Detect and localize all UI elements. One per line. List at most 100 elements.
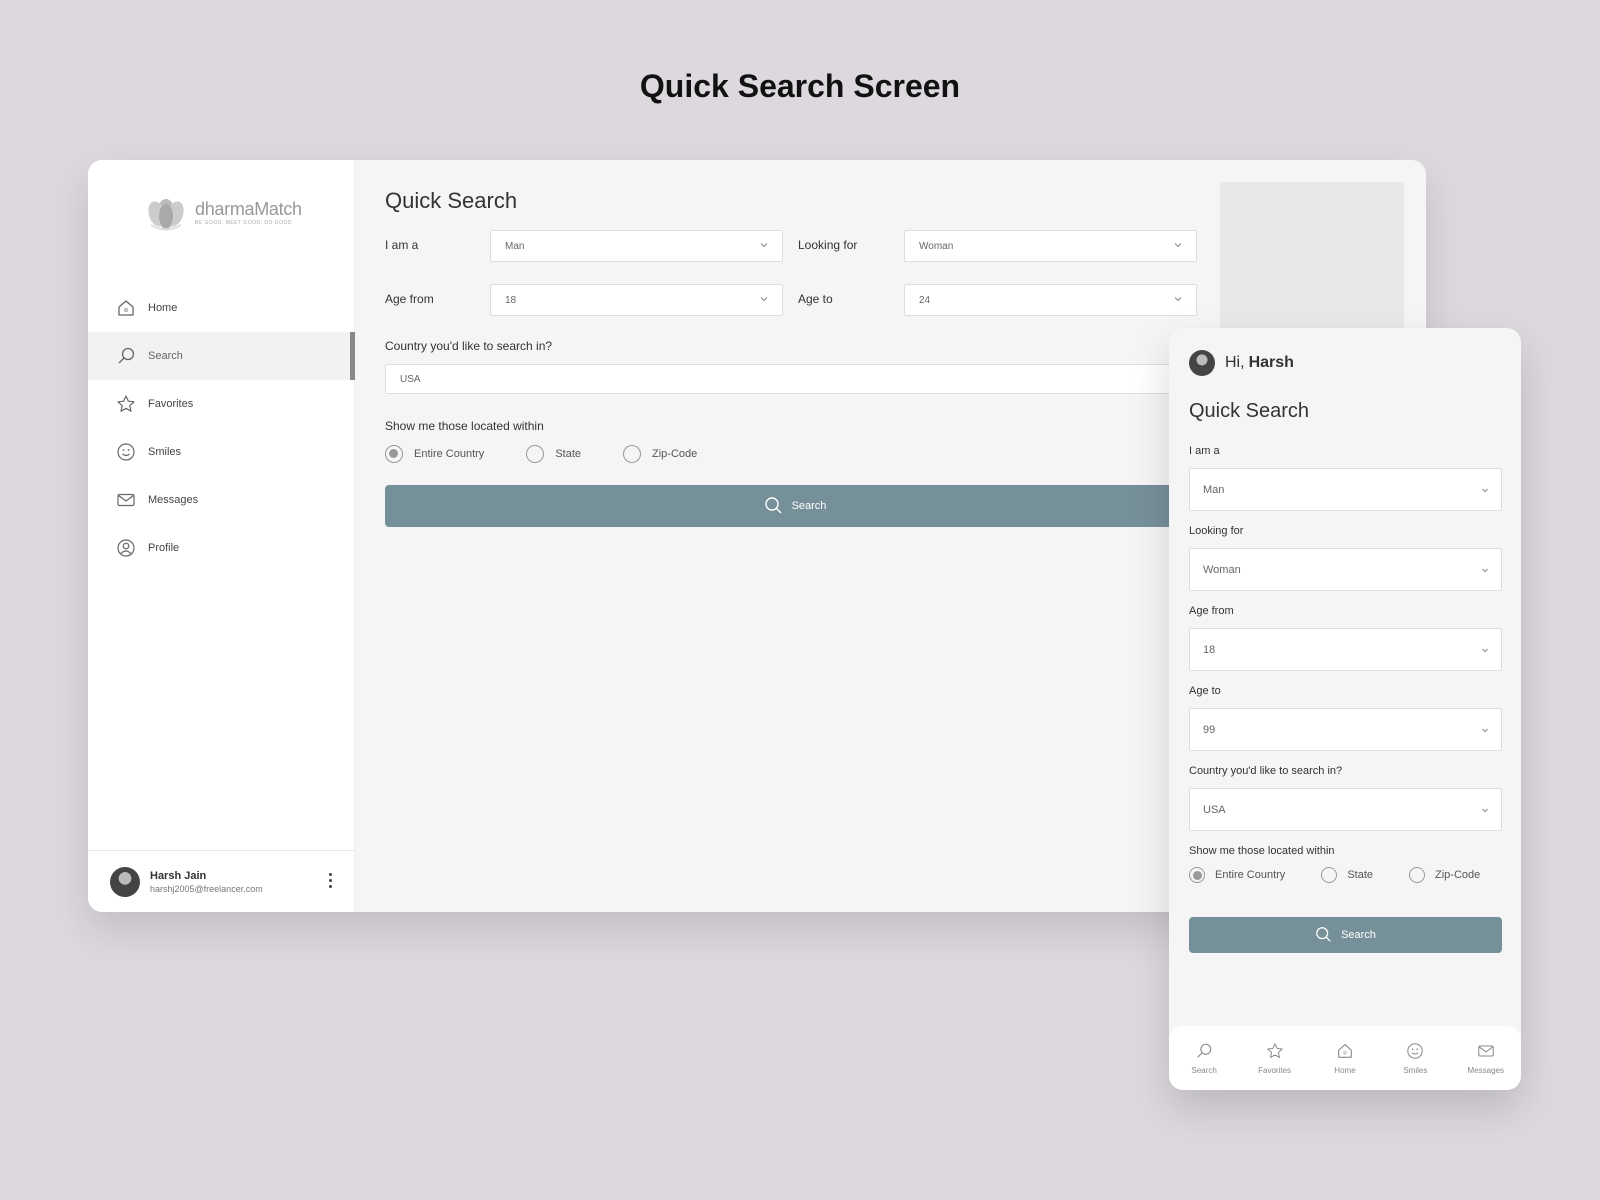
- country-select[interactable]: USA: [1189, 788, 1502, 831]
- i-am-select[interactable]: Man: [490, 230, 783, 262]
- sidebar-item-label: Profile: [148, 542, 180, 554]
- more-options-icon[interactable]: [329, 873, 333, 888]
- location-radio-group: Entire Country State Zip-Code: [385, 445, 697, 463]
- i-am-select[interactable]: Man: [1189, 468, 1502, 511]
- sidebar-item-messages[interactable]: Messages: [88, 476, 355, 524]
- sidebar-item-label: Home: [148, 302, 178, 314]
- radio-unchecked-icon: [1409, 867, 1425, 883]
- radio-state[interactable]: State: [526, 445, 581, 463]
- radio-state[interactable]: State: [1321, 867, 1373, 883]
- age-from-label: Age from: [385, 292, 434, 306]
- chevron-down-icon: [1482, 728, 1488, 733]
- tab-smiles[interactable]: Smiles: [1385, 1042, 1445, 1075]
- age-from-select[interactable]: 18: [1189, 628, 1502, 671]
- country-select[interactable]: USA: [385, 364, 1205, 394]
- radio-label: Entire Country: [414, 448, 485, 460]
- radio-entire-country[interactable]: Entire Country: [385, 445, 484, 463]
- select-value: 24: [919, 294, 931, 306]
- tab-label: Search: [1191, 1065, 1217, 1075]
- sidebar-item-label: Smiles: [148, 446, 182, 458]
- mail-icon: [116, 490, 136, 510]
- within-label: Show me those located within: [1189, 845, 1335, 857]
- user-name: Harsh Jain: [150, 869, 207, 882]
- tab-messages[interactable]: Messages: [1456, 1042, 1516, 1075]
- i-am-label: I am a: [385, 238, 419, 252]
- chevron-down-icon: [1174, 297, 1182, 302]
- tab-search[interactable]: Search: [1174, 1042, 1234, 1075]
- brand-logo[interactable]: dharmaMatch BE GOOD. MEET GOOD. DO GOOD.: [143, 192, 302, 232]
- i-am-label: I am a: [1189, 445, 1220, 457]
- sidebar-item-favorites[interactable]: Favorites: [88, 380, 355, 428]
- radio-label: Entire Country: [1215, 869, 1286, 881]
- age-to-select[interactable]: 24: [904, 284, 1197, 316]
- tab-label: Messages: [1467, 1065, 1504, 1075]
- age-to-label: Age to: [798, 292, 833, 306]
- radio-label: State: [1347, 869, 1373, 881]
- search-button-label: Search: [1341, 929, 1376, 941]
- radio-unchecked-icon: [1321, 867, 1338, 883]
- smile-icon: [1407, 1042, 1424, 1059]
- greeting-text: Hi,: [1225, 354, 1245, 371]
- radio-zip-code[interactable]: Zip-Code: [623, 445, 697, 463]
- sidebar-nav: Home Search Favorites Smiles Messages Pr…: [88, 284, 355, 572]
- select-value: Man: [505, 240, 525, 252]
- avatar[interactable]: [110, 866, 140, 897]
- sidebar-item-home[interactable]: Home: [88, 284, 355, 332]
- radio-zip-code[interactable]: Zip-Code: [1409, 867, 1480, 883]
- star-icon: [1266, 1042, 1283, 1058]
- tab-label: Smiles: [1403, 1065, 1428, 1075]
- radio-checked-icon: [1189, 867, 1205, 883]
- radio-unchecked-icon: [623, 445, 641, 463]
- select-value: Woman: [919, 240, 954, 252]
- search-button[interactable]: Search: [1189, 917, 1502, 953]
- sidebar-item-label: Search: [148, 350, 183, 362]
- radio-label: State: [555, 448, 581, 460]
- home-icon: [1338, 1043, 1352, 1058]
- age-to-select[interactable]: 99: [1189, 708, 1502, 751]
- looking-for-label: Looking for: [798, 238, 858, 252]
- chevron-down-icon: [760, 243, 768, 248]
- looking-for-select[interactable]: Woman: [1189, 548, 1502, 591]
- avatar[interactable]: [1189, 350, 1215, 376]
- user-footer: Harsh Jain harshj2005@freelancer.com: [88, 850, 355, 912]
- sidebar-item-profile[interactable]: Profile: [88, 524, 355, 572]
- sidebar-item-label: Favorites: [148, 398, 194, 410]
- select-value: USA: [1203, 803, 1226, 816]
- location-radio-group: Entire Country State Zip-Code: [1189, 867, 1480, 883]
- chevron-down-icon: [1482, 568, 1488, 573]
- bottom-tab-bar: Search Favorites Home Smiles Messages: [1169, 1026, 1521, 1090]
- age-to-label: Age to: [1189, 685, 1221, 697]
- user-email: harshj2005@freelancer.com: [150, 883, 263, 894]
- sidebar-item-smiles[interactable]: Smiles: [88, 428, 355, 476]
- country-label: Country you'd like to search in?: [385, 339, 553, 353]
- select-value: Woman: [1203, 563, 1241, 576]
- age-from-select[interactable]: 18: [490, 284, 783, 316]
- tab-label: Favorites: [1258, 1065, 1292, 1075]
- mobile-screen: Hi, Harsh Quick Search I am a Man Lookin…: [1169, 328, 1521, 1090]
- smile-icon: [116, 442, 136, 462]
- search-button[interactable]: Search: [385, 485, 1205, 527]
- looking-for-select[interactable]: Woman: [904, 230, 1197, 262]
- sidebar-item-search[interactable]: Search: [88, 332, 355, 380]
- brand-name: dharmaMatch: [195, 198, 302, 219]
- chevron-down-icon: [760, 297, 768, 302]
- radio-checked-icon: [385, 445, 403, 463]
- page-title: Quick Search: [1189, 400, 1310, 422]
- search-button-label: Search: [791, 500, 827, 512]
- sidebar-item-label: Messages: [148, 494, 199, 506]
- select-value: 99: [1203, 723, 1216, 736]
- within-label: Show me those located within: [385, 419, 544, 433]
- tab-home[interactable]: Home: [1315, 1042, 1375, 1075]
- search-icon: [764, 497, 782, 514]
- tab-favorites[interactable]: Favorites: [1245, 1042, 1305, 1075]
- mail-icon: [1478, 1045, 1494, 1056]
- ad-placeholder: [1220, 182, 1404, 332]
- greeting: Hi, Harsh: [1189, 350, 1294, 376]
- greeting-name: Harsh: [1248, 354, 1294, 371]
- country-label: Country you'd like to search in?: [1189, 765, 1343, 777]
- tab-label: Home: [1334, 1065, 1356, 1075]
- sidebar: dharmaMatch BE GOOD. MEET GOOD. DO GOOD.…: [88, 160, 355, 912]
- age-from-label: Age from: [1189, 605, 1234, 617]
- brand-tagline: BE GOOD. MEET GOOD. DO GOOD.: [195, 219, 294, 226]
- radio-entire-country[interactable]: Entire Country: [1189, 867, 1285, 883]
